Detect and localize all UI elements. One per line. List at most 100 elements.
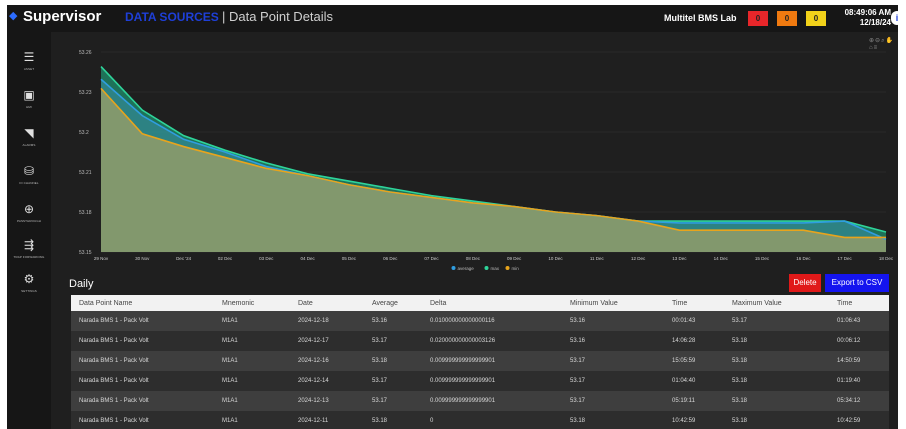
sidebar-item-hmi[interactable]: ▣ HMI [7, 88, 51, 110]
export-csv-button[interactable]: Export to CSV [825, 274, 889, 292]
table-cell: 2024-12-16 [290, 351, 364, 371]
table-cell: 53.16 [562, 331, 664, 351]
col-header-min-value[interactable]: Minimum Value [562, 295, 664, 311]
table-cell: Narada BMS 1 - Pack Volt [71, 311, 214, 331]
page-title: | Data Point Details [222, 9, 334, 24]
sidebar-item-alarms[interactable]: ◥ ALARMS [7, 126, 51, 148]
table-cell: 10:42:59 [829, 411, 889, 429]
col-header-average[interactable]: Average [364, 295, 422, 311]
table-cell: 53.17 [562, 351, 664, 371]
user-badge-icon[interactable]: i [891, 11, 898, 25]
col-header-mnemonic[interactable]: Mnemonic [214, 295, 290, 311]
image-icon: ▣ [23, 88, 35, 102]
x-tick-label: 18 Dec [879, 256, 894, 261]
table-cell: Narada BMS 1 - Pack Volt [71, 391, 214, 411]
database-icon: ⛁ [23, 164, 35, 178]
col-header-min-time[interactable]: Time [664, 295, 724, 311]
x-tick-label: 08 Dec [466, 256, 481, 261]
gear-icon: ⚙ [23, 272, 35, 286]
share-icon: ⇶ [23, 238, 35, 252]
table-cell: 53.16 [562, 311, 664, 331]
sidebar-item-label: ASSET [23, 67, 35, 71]
table-cell: 53.18 [364, 411, 422, 429]
table-cell: 53.17 [562, 371, 664, 391]
table-row[interactable]: Narada BMS 1 - Pack Volt M1A1 2024-12-14 53… [71, 371, 889, 391]
y-tick-label: 53.21 [79, 170, 92, 176]
table-cell: 01:19:40 [829, 371, 889, 391]
x-tick-label: 06 Dec [383, 256, 398, 261]
clock-time: 08:49:06 AM [844, 8, 891, 17]
pan-icon[interactable]: ✋ [885, 38, 893, 44]
table-cell: 0 [422, 411, 562, 429]
col-header-max-value[interactable]: Maximum Value [724, 295, 829, 311]
sidebar-item-settings[interactable]: ⚙ SETTINGS [7, 272, 51, 294]
col-header-delta[interactable]: Delta [422, 295, 562, 311]
table-cell: 14:06:28 [664, 331, 724, 351]
table-cell: 01:04:40 [664, 371, 724, 391]
globe-icon: ⊕ [23, 202, 35, 216]
table-cell: 10:42:59 [664, 411, 724, 429]
table-row[interactable]: Narada BMS 1 - Pack Volt M1A1 2024-12-18 53… [71, 311, 889, 331]
table-cell: M1A1 [214, 411, 290, 429]
alarm-minor-badge[interactable]: 0 [806, 11, 826, 26]
alarm-major-badge[interactable]: 0 [777, 11, 797, 26]
table-row[interactable]: Narada BMS 1 - Pack Volt M1A1 2024-12-13 53… [71, 391, 889, 411]
sidebar-item-label: SETTINGS [21, 289, 37, 293]
table-cell: 53.18 [364, 351, 422, 371]
table-row[interactable]: Narada BMS 1 - Pack Volt M1A1 2024-12-11 53… [71, 411, 889, 429]
sidebar-item-passthrough[interactable]: ⊕ PASSTHROUGH [7, 202, 51, 224]
alarm-critical-badge[interactable]: 0 [748, 11, 768, 26]
table-cell: 2024-12-13 [290, 391, 364, 411]
sidebar: ☰ ASSET ▣ HMI ◥ ALARMS ⛁ IO CHANNEL ⊕ PA… [7, 32, 51, 429]
x-tick-label: 13 Dec [672, 256, 687, 261]
delete-button[interactable]: Delete [789, 274, 821, 292]
section-title: Daily [69, 278, 94, 290]
clock-date: 12/18/24 [859, 18, 891, 27]
x-tick-label: 29 Nov [94, 256, 109, 261]
sidebar-item-trap-forwarding[interactable]: ⇶ TRAP FORWARDING [7, 238, 51, 260]
table-cell: Narada BMS 1 - Pack Volt [71, 331, 214, 351]
table-cell: 15:05:59 [664, 351, 724, 371]
x-tick-label: 04 Dec [300, 256, 315, 261]
menu-icon[interactable]: ≡ [874, 45, 879, 51]
sidebar-item-io-channel[interactable]: ⛁ IO CHANNEL [7, 164, 51, 186]
logo-icon: ◆ [9, 10, 18, 22]
table-row[interactable]: Narada BMS 1 - Pack Volt M1A1 2024-12-17 53… [71, 331, 889, 351]
table-cell: 53.18 [724, 371, 829, 391]
x-tick-label: 14 Dec [714, 256, 729, 261]
table-cell: 53.18 [562, 411, 664, 429]
col-header-name[interactable]: Data Point Name [71, 295, 214, 311]
table-cell: 05:19:11 [664, 391, 724, 411]
table-cell: 0.009999999999999901 [422, 371, 562, 391]
table-cell: 2024-12-14 [290, 371, 364, 391]
y-tick-label: 53.18 [79, 210, 92, 216]
sidebar-item-label: ALARMS [22, 143, 36, 147]
table-cell: Narada BMS 1 - Pack Volt [71, 371, 214, 391]
x-tick-label: 15 Dec [755, 256, 770, 261]
chart-toolbar: ⊕⊖⌕✋⌂≡ [869, 37, 898, 51]
x-tick-label: Dec '24 [176, 256, 192, 261]
table-cell: 53.18 [724, 391, 829, 411]
table-row[interactable]: Narada BMS 1 - Pack Volt M1A1 2024-12-16 53… [71, 351, 889, 371]
col-header-date[interactable]: Date [290, 295, 364, 311]
y-tick-label: 53.2 [79, 130, 89, 136]
legend-marker-average [451, 266, 456, 270]
legend-marker-min [505, 266, 510, 270]
table-cell: 2024-12-11 [290, 411, 364, 429]
clock: 08:49:06 AM 12/18/24 [837, 8, 891, 28]
app-window: ◆ Supervisor DATA SOURCES | Data Point D… [7, 5, 898, 429]
table-cell: M1A1 [214, 311, 290, 331]
sidebar-item-label: TRAP FORWARDING [13, 255, 45, 259]
x-tick-label: 11 Dec [590, 256, 605, 261]
table-header-row: Data Point Name Mnemonic Date Average De… [71, 295, 889, 311]
x-tick-label: 30 Nov [135, 256, 150, 261]
x-tick-label: 03 Dec [259, 256, 274, 261]
sidebar-item-asset[interactable]: ☰ ASSET [7, 50, 51, 72]
x-tick-label: 09 Dec [507, 256, 522, 261]
chart-plot: 53.26 53.23 53.2 53.21 53.18 53.1529 Nov 30 No… [79, 50, 894, 271]
breadcrumb-data-sources[interactable]: DATA SOURCES [125, 10, 219, 24]
col-header-max-time[interactable]: Time [829, 295, 889, 311]
table-cell: M1A1 [214, 371, 290, 391]
x-tick-label: 16 Dec [796, 256, 811, 261]
table-cell: 0.010000000000000116 [422, 311, 562, 331]
